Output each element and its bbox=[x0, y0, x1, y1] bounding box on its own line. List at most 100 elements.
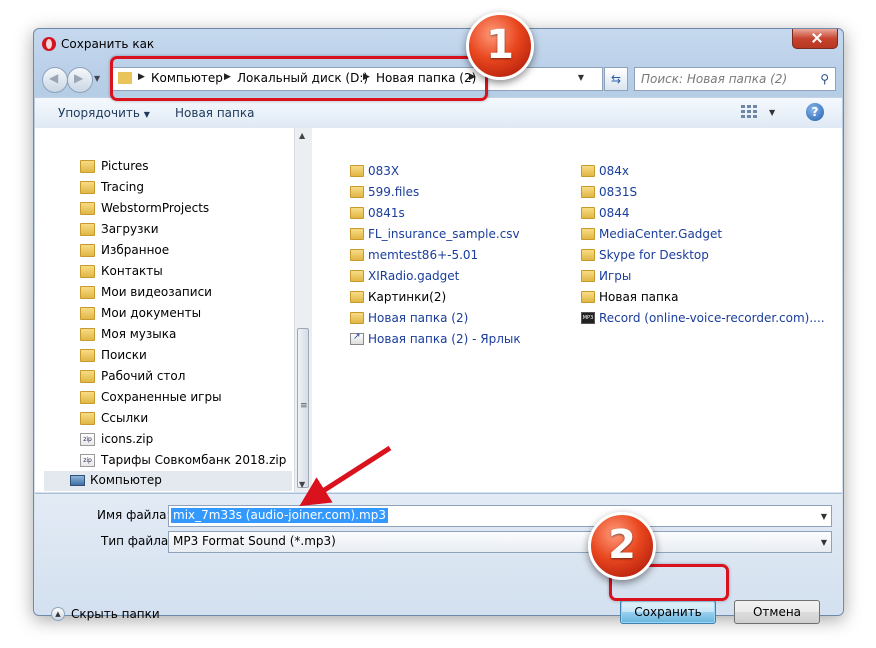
folder-icon bbox=[350, 270, 364, 282]
file-item[interactable]: memtest86+-5.01 bbox=[350, 245, 600, 265]
organize-label: Упорядочить bbox=[58, 106, 140, 120]
title-bar: Сохранить как bbox=[34, 29, 843, 59]
nav-item[interactable]: Мои документы bbox=[80, 304, 292, 324]
nav-item-label: Тарифы Совкомбанк 2018.zip bbox=[101, 453, 287, 467]
nav-item-label: Мои документы bbox=[101, 306, 202, 320]
file-item[interactable]: MP3 Record (online-voice-recorder.com)...… bbox=[581, 308, 831, 328]
file-item[interactable]: 599.files bbox=[350, 182, 600, 202]
filename-label: Имя файла: bbox=[97, 508, 171, 522]
zip-icon: zip bbox=[80, 454, 95, 467]
folder-icon bbox=[581, 291, 595, 303]
nav-item-label: Поиски bbox=[101, 348, 147, 362]
desktop-icon bbox=[80, 370, 95, 383]
help-icon[interactable]: ? bbox=[806, 103, 824, 121]
nav-item[interactable]: Моя музыка bbox=[80, 325, 292, 345]
nav-item-computer[interactable]: Компьютер bbox=[44, 471, 292, 491]
file-item[interactable]: Новая папка (2) bbox=[350, 308, 600, 328]
nav-item[interactable]: Избранное bbox=[80, 241, 292, 261]
folder-icon bbox=[80, 160, 95, 173]
new-folder-button[interactable]: Новая папка bbox=[175, 106, 254, 120]
nav-item[interactable]: Загрузки bbox=[80, 220, 292, 240]
file-item[interactable]: FL_insurance_sample.csv bbox=[350, 224, 600, 244]
hide-folders-label: Скрыть папки bbox=[71, 607, 160, 621]
file-item-label: Новая папка bbox=[599, 290, 679, 304]
file-item[interactable]: Skype for Desktop bbox=[581, 245, 831, 265]
nav-item[interactable]: zip Тарифы Совкомбанк 2018.zip bbox=[80, 451, 292, 471]
window-title: Сохранить как bbox=[61, 37, 155, 51]
save-as-dialog: Сохранить как ◀ ▶ ▼ ▶ Компьютер ▶ Локаль… bbox=[33, 28, 844, 624]
file-item-label: FL_insurance_sample.csv bbox=[368, 227, 520, 241]
folder-icon bbox=[581, 165, 595, 177]
file-item[interactable]: Игры bbox=[581, 266, 831, 286]
save-button[interactable]: Сохранить bbox=[620, 600, 716, 624]
nav-item[interactable]: Рабочий стол bbox=[80, 367, 292, 387]
file-item-label: memtest86+-5.01 bbox=[368, 248, 479, 262]
file-item[interactable]: 083X bbox=[350, 161, 600, 181]
scroll-up-icon[interactable]: ▲ bbox=[299, 131, 305, 140]
chevron-down-icon[interactable]: ▼ bbox=[821, 538, 827, 547]
recent-pages-dropdown[interactable]: ▼ bbox=[94, 74, 100, 83]
file-item[interactable]: XIRadio.gadget bbox=[350, 266, 600, 286]
file-item[interactable]: MediaCenter.Gadget bbox=[581, 224, 831, 244]
file-item-label: MediaCenter.Gadget bbox=[599, 227, 723, 241]
nav-item[interactable]: zip icons.zip bbox=[80, 430, 292, 450]
opera-icon bbox=[42, 37, 56, 51]
filetype-select[interactable]: MP3 Format Sound (*.mp3) ▼ bbox=[168, 531, 832, 553]
folder-icon bbox=[350, 249, 364, 261]
file-item[interactable]: 084x bbox=[581, 161, 831, 181]
documents-icon bbox=[80, 307, 95, 320]
nav-item[interactable]: Мои видеозаписи bbox=[80, 283, 292, 303]
file-item[interactable]: 0831S bbox=[581, 182, 831, 202]
nav-item-label: Pictures bbox=[101, 159, 149, 173]
favorites-icon bbox=[80, 244, 95, 257]
file-item[interactable]: 0841s bbox=[350, 203, 600, 223]
zip-icon: zip bbox=[80, 433, 95, 446]
nav-item[interactable]: Сохраненные игры bbox=[80, 388, 292, 408]
chevron-up-icon: ▲ bbox=[51, 607, 65, 621]
cancel-button[interactable]: Отмена bbox=[734, 600, 820, 624]
refresh-button[interactable]: ⇆ bbox=[604, 67, 628, 91]
nav-computer-label: Компьютер bbox=[90, 473, 162, 487]
nav-item-label: WebstormProjects bbox=[101, 201, 210, 215]
arrow-line bbox=[299, 445, 392, 507]
filename-field[interactable]: mix_7m33s (audio-joiner.com).mp3 ▼ bbox=[168, 505, 832, 527]
nav-pane-scrollbar[interactable]: ▲ ≡ ▼ bbox=[294, 128, 312, 492]
folder-icon bbox=[581, 207, 595, 219]
organize-button[interactable]: Упорядочить ▼ bbox=[58, 106, 150, 120]
forward-arrow-icon: ▶ bbox=[74, 71, 84, 85]
file-item-label: 599.files bbox=[368, 185, 420, 199]
file-item[interactable]: Картинки(2) bbox=[350, 287, 600, 307]
view-grid-icon[interactable] bbox=[741, 105, 757, 119]
nav-item-label: Мои видеозаписи bbox=[101, 285, 212, 299]
file-item-label: Новая папка (2) bbox=[368, 311, 469, 325]
file-item-label: 0831S bbox=[599, 185, 638, 199]
shortcut-icon bbox=[350, 332, 364, 345]
folder-icon bbox=[581, 249, 595, 261]
nav-item[interactable]: Поиски bbox=[80, 346, 292, 366]
back-button[interactable]: ◀ bbox=[42, 67, 68, 93]
file-item[interactable]: Новая папка (2) - Ярлык bbox=[350, 329, 600, 349]
nav-item[interactable]: Ссылки bbox=[80, 409, 292, 429]
nav-item-label: Tracing bbox=[101, 180, 145, 194]
nav-item[interactable]: Pictures bbox=[80, 157, 292, 177]
nav-item[interactable]: WebstormProjects bbox=[80, 199, 292, 219]
arrow-annotation bbox=[299, 445, 392, 507]
forward-button[interactable]: ▶ bbox=[67, 67, 93, 93]
chevron-down-icon[interactable]: ▼ bbox=[769, 108, 775, 117]
saved-games-icon bbox=[80, 391, 95, 404]
search-input[interactable]: Поиск: Новая папка (2) ⚲ bbox=[634, 67, 836, 91]
chevron-down-icon[interactable]: ▼ bbox=[821, 512, 827, 521]
file-item[interactable]: 0844 bbox=[581, 203, 831, 223]
navigation-pane: Pictures Tracing WebstormProjects Загрузки И… bbox=[35, 128, 294, 492]
file-item[interactable]: Новая папка bbox=[581, 287, 831, 307]
file-item-label: Картинки(2) bbox=[368, 290, 447, 304]
chevron-down-icon[interactable]: ▼ bbox=[578, 73, 584, 82]
folder-icon bbox=[350, 186, 364, 198]
chevron-down-icon: ▼ bbox=[143, 110, 150, 119]
nav-item[interactable]: Контакты bbox=[80, 262, 292, 282]
close-button[interactable] bbox=[792, 29, 838, 49]
contacts-icon bbox=[80, 265, 95, 278]
nav-item[interactable]: Tracing bbox=[80, 178, 292, 198]
search-placeholder: Поиск: Новая папка (2) bbox=[641, 72, 788, 86]
search-icon[interactable]: ⚲ bbox=[820, 72, 829, 86]
